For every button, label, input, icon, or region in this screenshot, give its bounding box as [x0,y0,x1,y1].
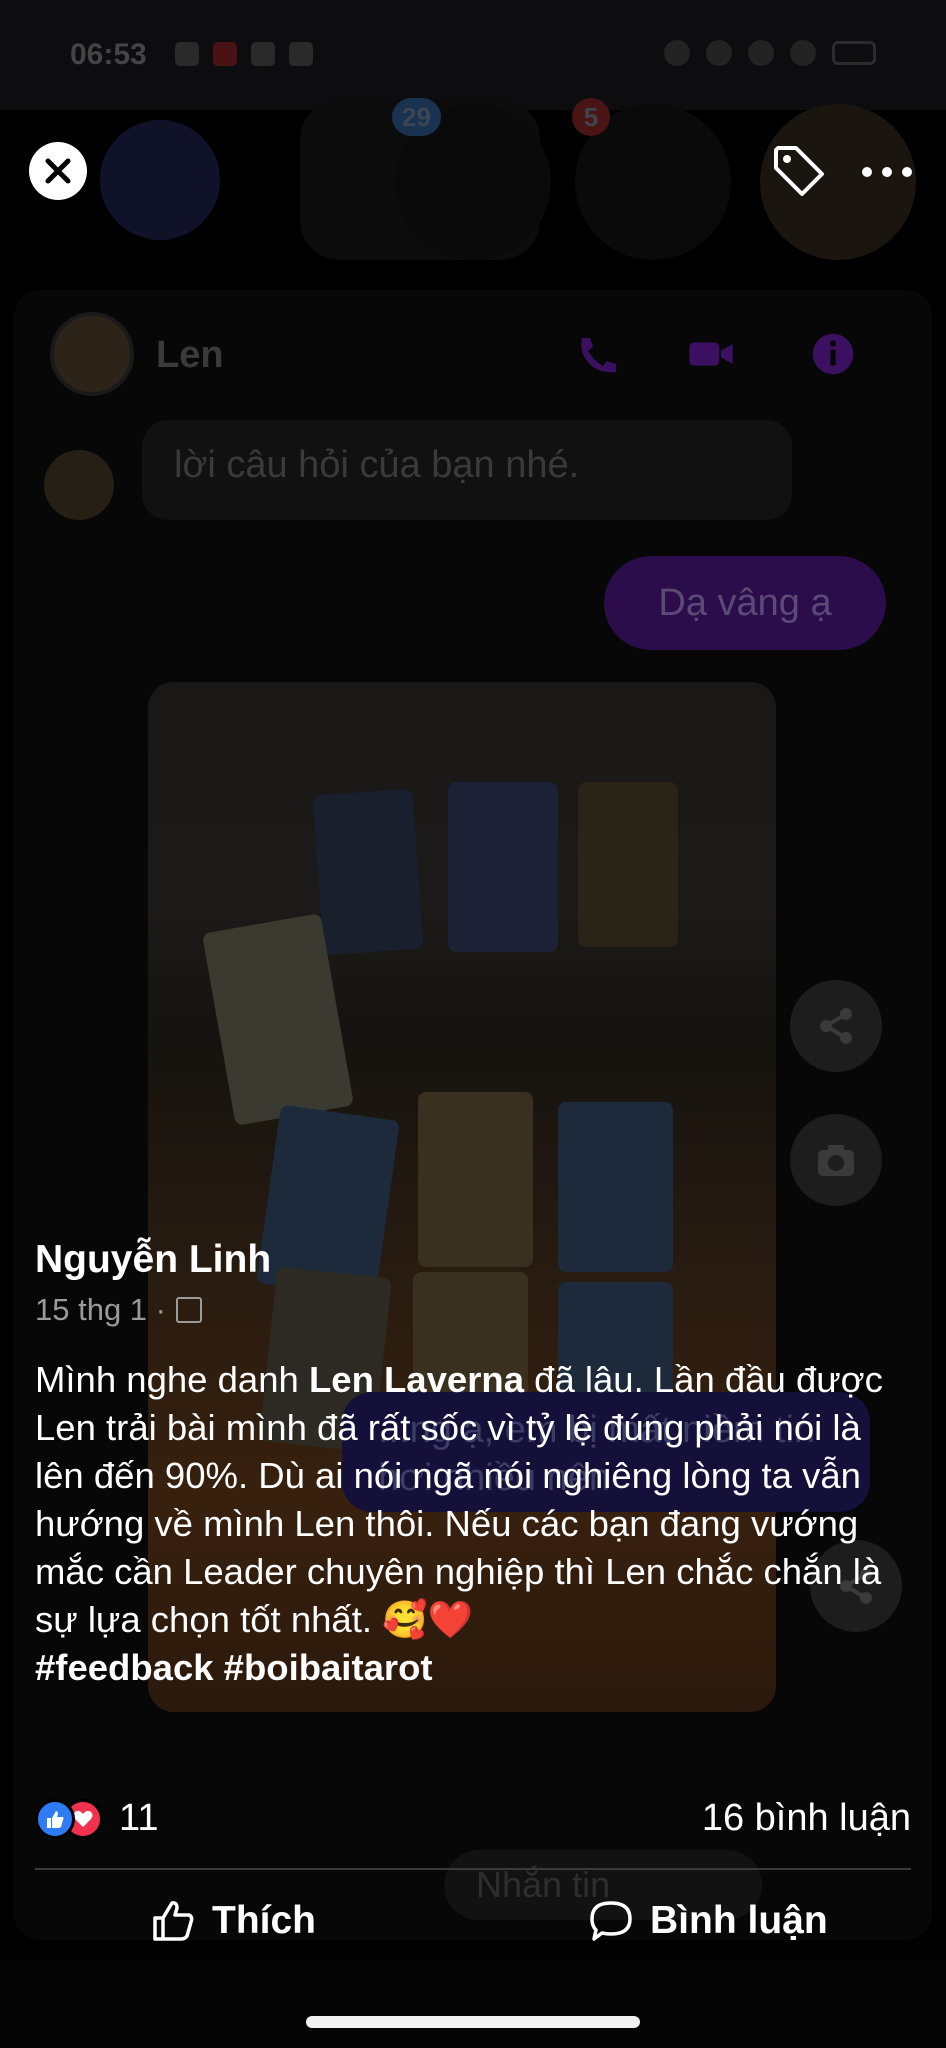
post-body-mention[interactable]: Len Laverna [309,1359,524,1400]
post-actions: Thích Bình luận [0,1885,946,1957]
like-button[interactable]: Thích [150,1885,316,1957]
post-body: Mình nghe danh Len Laverna đã lâu. Lần đ… [35,1356,915,1692]
comment-label: Bình luận [650,1899,828,1942]
badge-count-5: 5 [572,98,610,136]
tarot-card [418,1092,533,1267]
thumbs-up-icon [153,1901,194,1941]
tag-icon [774,146,824,196]
post-date[interactable]: 15 thg 1 · [35,1292,166,1328]
camera-button-bg [790,1114,882,1206]
close-icon [45,158,71,184]
wifi-icon [748,40,774,66]
home-indicator[interactable] [306,2016,640,2028]
post-author[interactable]: Nguyễn Linh [35,1238,271,1282]
divider [35,1868,911,1870]
messenger-icon [289,42,313,66]
background-screen: 06:53 29 5 Len lời câu hỏi của bạn nhé. … [0,0,946,2048]
contact-avatar [50,312,134,396]
system-icons [664,40,876,66]
post-body-text-2: đã lâu. Lần đầu được Len trải bài mình đ… [35,1359,883,1640]
chat-panel: Len lời câu hỏi của bạn nhé. Dạ vâng ạ [14,290,932,1940]
tarot-card [448,782,558,952]
facebook-icon [175,42,199,66]
contact-name: Len [156,334,224,376]
tarot-card [578,782,678,947]
phone-icon [581,338,616,373]
battery-icon [832,41,876,65]
close-button[interactable] [29,142,87,200]
message-avatar [44,450,114,520]
tarot-card [312,788,424,956]
post-meta: 15 thg 1 · [35,1292,202,1328]
share-icon [820,1008,852,1044]
info-icon [812,333,854,375]
more-icon [862,167,872,177]
video-icon [689,342,733,366]
video-call-bubble [100,120,220,240]
signal-icon [790,40,816,66]
share-button-bg [790,980,882,1072]
post-body-text-1: Mình nghe danh [35,1359,309,1400]
like-reaction-icon [35,1798,75,1839]
post-stats: 11 16 bình luận [35,1795,911,1845]
post-hashtags[interactable]: #feedback #boibaitarot [35,1644,915,1692]
comment-button[interactable]: Bình luận [588,1885,828,1957]
more-options-button[interactable] [862,150,912,194]
badge-count-29: 29 [392,98,441,136]
outgoing-message: Dạ vâng ạ [604,556,886,650]
alarm-icon [706,40,732,66]
reaction-count: 11 [119,1797,159,1839]
comment-count[interactable]: 16 bình luận [702,1797,911,1840]
notification-icons [175,42,313,66]
privacy-icon [175,1297,202,1323]
mute-icon [664,40,690,66]
comment-icon [590,1901,632,1941]
tarot-card [558,1102,673,1272]
youtube-icon [213,42,237,66]
status-time: 06:53 [70,38,147,71]
system-nav-bar [0,1960,946,2048]
tag-button[interactable] [770,142,828,200]
reactions-summary[interactable]: 11 [35,1797,158,1840]
incoming-message: lời câu hỏi của bạn nhé. [142,420,792,520]
camera-icon [818,1145,854,1176]
app-icon [251,42,275,66]
like-label: Thích [212,1899,316,1942]
